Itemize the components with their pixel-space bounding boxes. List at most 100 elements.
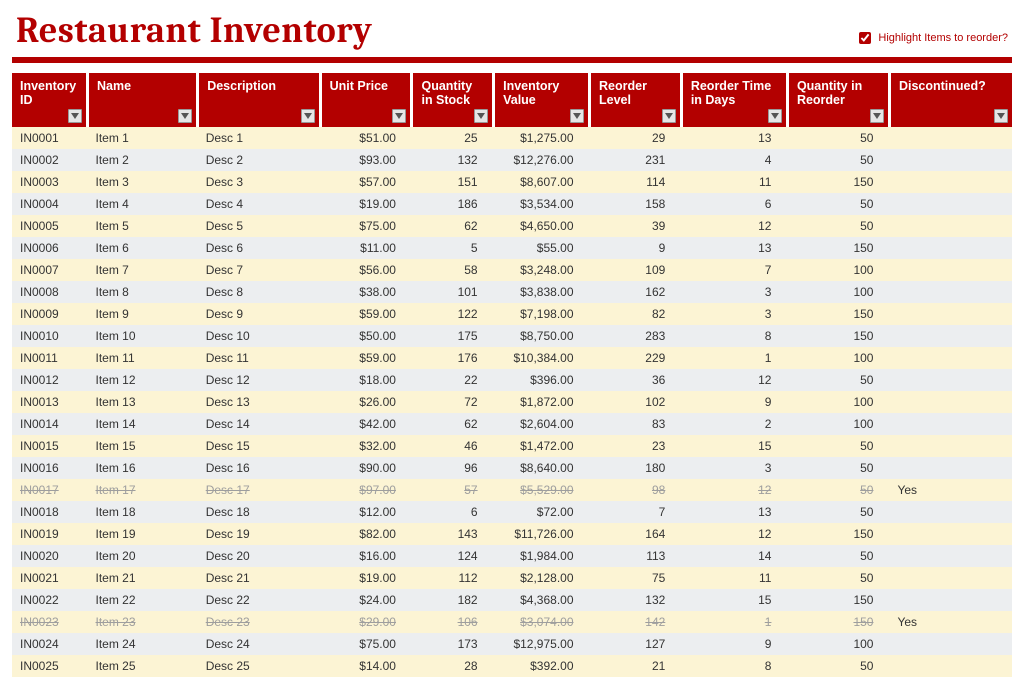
cell-name[interactable]: Item 7 — [88, 259, 198, 281]
cell-reorder_level[interactable]: 132 — [590, 589, 682, 611]
cell-id[interactable]: IN0014 — [12, 413, 88, 435]
cell-qty_in_stock[interactable]: 182 — [412, 589, 494, 611]
cell-reorder_qty[interactable]: 50 — [787, 567, 889, 589]
cell-name[interactable]: Item 22 — [88, 589, 198, 611]
cell-reorder_qty[interactable]: 150 — [787, 611, 889, 633]
table-row[interactable]: IN0003Item 3Desc 3$57.00151$8,607.001141… — [12, 171, 1012, 193]
cell-id[interactable]: IN0017 — [12, 479, 88, 501]
table-row[interactable]: IN0015Item 15Desc 15$32.0046$1,472.00231… — [12, 435, 1012, 457]
cell-unit_price[interactable]: $75.00 — [320, 215, 412, 237]
cell-discontinued[interactable] — [889, 259, 1012, 281]
cell-reorder_level[interactable]: 180 — [590, 457, 682, 479]
cell-reorder_qty[interactable]: 100 — [787, 633, 889, 655]
cell-reorder_level[interactable]: 7 — [590, 501, 682, 523]
cell-reorder_qty[interactable]: 100 — [787, 391, 889, 413]
table-row[interactable]: IN0001Item 1Desc 1$51.0025$1,275.0029135… — [12, 127, 1012, 149]
cell-unit_price[interactable]: $50.00 — [320, 325, 412, 347]
cell-reorder_time[interactable]: 9 — [681, 391, 787, 413]
cell-description[interactable]: Desc 21 — [198, 567, 320, 589]
cell-inv_value[interactable]: $3,248.00 — [494, 259, 590, 281]
cell-reorder_level[interactable]: 109 — [590, 259, 682, 281]
cell-reorder_time[interactable]: 11 — [681, 171, 787, 193]
cell-qty_in_stock[interactable]: 143 — [412, 523, 494, 545]
cell-reorder_level[interactable]: 36 — [590, 369, 682, 391]
cell-inv_value[interactable]: $72.00 — [494, 501, 590, 523]
cell-qty_in_stock[interactable]: 101 — [412, 281, 494, 303]
cell-id[interactable]: IN0007 — [12, 259, 88, 281]
filter-dropdown-icon[interactable] — [662, 109, 676, 123]
column-header-qty_in_stock[interactable]: Quantity in Stock — [412, 73, 494, 127]
highlight-reorder-control[interactable]: Highlight Items to reorder? — [855, 29, 1008, 51]
cell-description[interactable]: Desc 20 — [198, 545, 320, 567]
cell-inv_value[interactable]: $55.00 — [494, 237, 590, 259]
cell-reorder_qty[interactable]: 100 — [787, 259, 889, 281]
cell-description[interactable]: Desc 7 — [198, 259, 320, 281]
cell-description[interactable]: Desc 6 — [198, 237, 320, 259]
cell-unit_price[interactable]: $59.00 — [320, 347, 412, 369]
cell-name[interactable]: Item 2 — [88, 149, 198, 171]
cell-inv_value[interactable]: $3,838.00 — [494, 281, 590, 303]
cell-description[interactable]: Desc 8 — [198, 281, 320, 303]
cell-qty_in_stock[interactable]: 46 — [412, 435, 494, 457]
cell-id[interactable]: IN0018 — [12, 501, 88, 523]
cell-unit_price[interactable]: $11.00 — [320, 237, 412, 259]
highlight-reorder-checkbox[interactable] — [859, 32, 871, 44]
cell-unit_price[interactable]: $42.00 — [320, 413, 412, 435]
cell-reorder_level[interactable]: 229 — [590, 347, 682, 369]
filter-dropdown-icon[interactable] — [870, 109, 884, 123]
cell-reorder_qty[interactable]: 100 — [787, 347, 889, 369]
cell-qty_in_stock[interactable]: 6 — [412, 501, 494, 523]
cell-inv_value[interactable]: $3,074.00 — [494, 611, 590, 633]
cell-reorder_qty[interactable]: 50 — [787, 545, 889, 567]
cell-unit_price[interactable]: $38.00 — [320, 281, 412, 303]
cell-name[interactable]: Item 18 — [88, 501, 198, 523]
cell-reorder_time[interactable]: 13 — [681, 237, 787, 259]
cell-name[interactable]: Item 10 — [88, 325, 198, 347]
cell-qty_in_stock[interactable]: 151 — [412, 171, 494, 193]
cell-reorder_time[interactable]: 15 — [681, 435, 787, 457]
cell-name[interactable]: Item 5 — [88, 215, 198, 237]
cell-id[interactable]: IN0010 — [12, 325, 88, 347]
cell-reorder_level[interactable]: 158 — [590, 193, 682, 215]
cell-id[interactable]: IN0012 — [12, 369, 88, 391]
cell-discontinued[interactable] — [889, 369, 1012, 391]
cell-name[interactable]: Item 1 — [88, 127, 198, 149]
cell-qty_in_stock[interactable]: 57 — [412, 479, 494, 501]
cell-id[interactable]: IN0022 — [12, 589, 88, 611]
cell-reorder_qty[interactable]: 150 — [787, 589, 889, 611]
column-header-id[interactable]: Inventory ID — [12, 73, 88, 127]
cell-name[interactable]: Item 6 — [88, 237, 198, 259]
cell-qty_in_stock[interactable]: 175 — [412, 325, 494, 347]
cell-reorder_time[interactable]: 2 — [681, 413, 787, 435]
cell-description[interactable]: Desc 13 — [198, 391, 320, 413]
cell-id[interactable]: IN0009 — [12, 303, 88, 325]
cell-unit_price[interactable]: $82.00 — [320, 523, 412, 545]
column-header-reorder_time[interactable]: Reorder Time in Days — [681, 73, 787, 127]
cell-discontinued[interactable] — [889, 193, 1012, 215]
column-header-unit_price[interactable]: Unit Price — [320, 73, 412, 127]
cell-inv_value[interactable]: $11,726.00 — [494, 523, 590, 545]
cell-reorder_level[interactable]: 75 — [590, 567, 682, 589]
table-row[interactable]: IN0020Item 20Desc 20$16.00124$1,984.0011… — [12, 545, 1012, 567]
cell-inv_value[interactable]: $1,472.00 — [494, 435, 590, 457]
cell-description[interactable]: Desc 22 — [198, 589, 320, 611]
table-row[interactable]: IN0010Item 10Desc 10$50.00175$8,750.0028… — [12, 325, 1012, 347]
cell-reorder_time[interactable]: 3 — [681, 281, 787, 303]
cell-unit_price[interactable]: $59.00 — [320, 303, 412, 325]
cell-unit_price[interactable]: $16.00 — [320, 545, 412, 567]
cell-inv_value[interactable]: $3,534.00 — [494, 193, 590, 215]
cell-reorder_time[interactable]: 4 — [681, 149, 787, 171]
table-row[interactable]: IN0012Item 12Desc 12$18.0022$396.0036125… — [12, 369, 1012, 391]
table-row[interactable]: IN0016Item 16Desc 16$90.0096$8,640.00180… — [12, 457, 1012, 479]
cell-reorder_qty[interactable]: 50 — [787, 479, 889, 501]
table-row[interactable]: IN0021Item 21Desc 21$19.00112$2,128.0075… — [12, 567, 1012, 589]
cell-description[interactable]: Desc 9 — [198, 303, 320, 325]
cell-reorder_level[interactable]: 283 — [590, 325, 682, 347]
cell-unit_price[interactable]: $32.00 — [320, 435, 412, 457]
cell-description[interactable]: Desc 1 — [198, 127, 320, 149]
cell-unit_price[interactable]: $19.00 — [320, 193, 412, 215]
cell-id[interactable]: IN0021 — [12, 567, 88, 589]
cell-qty_in_stock[interactable]: 186 — [412, 193, 494, 215]
cell-inv_value[interactable]: $1,984.00 — [494, 545, 590, 567]
cell-reorder_qty[interactable]: 150 — [787, 171, 889, 193]
